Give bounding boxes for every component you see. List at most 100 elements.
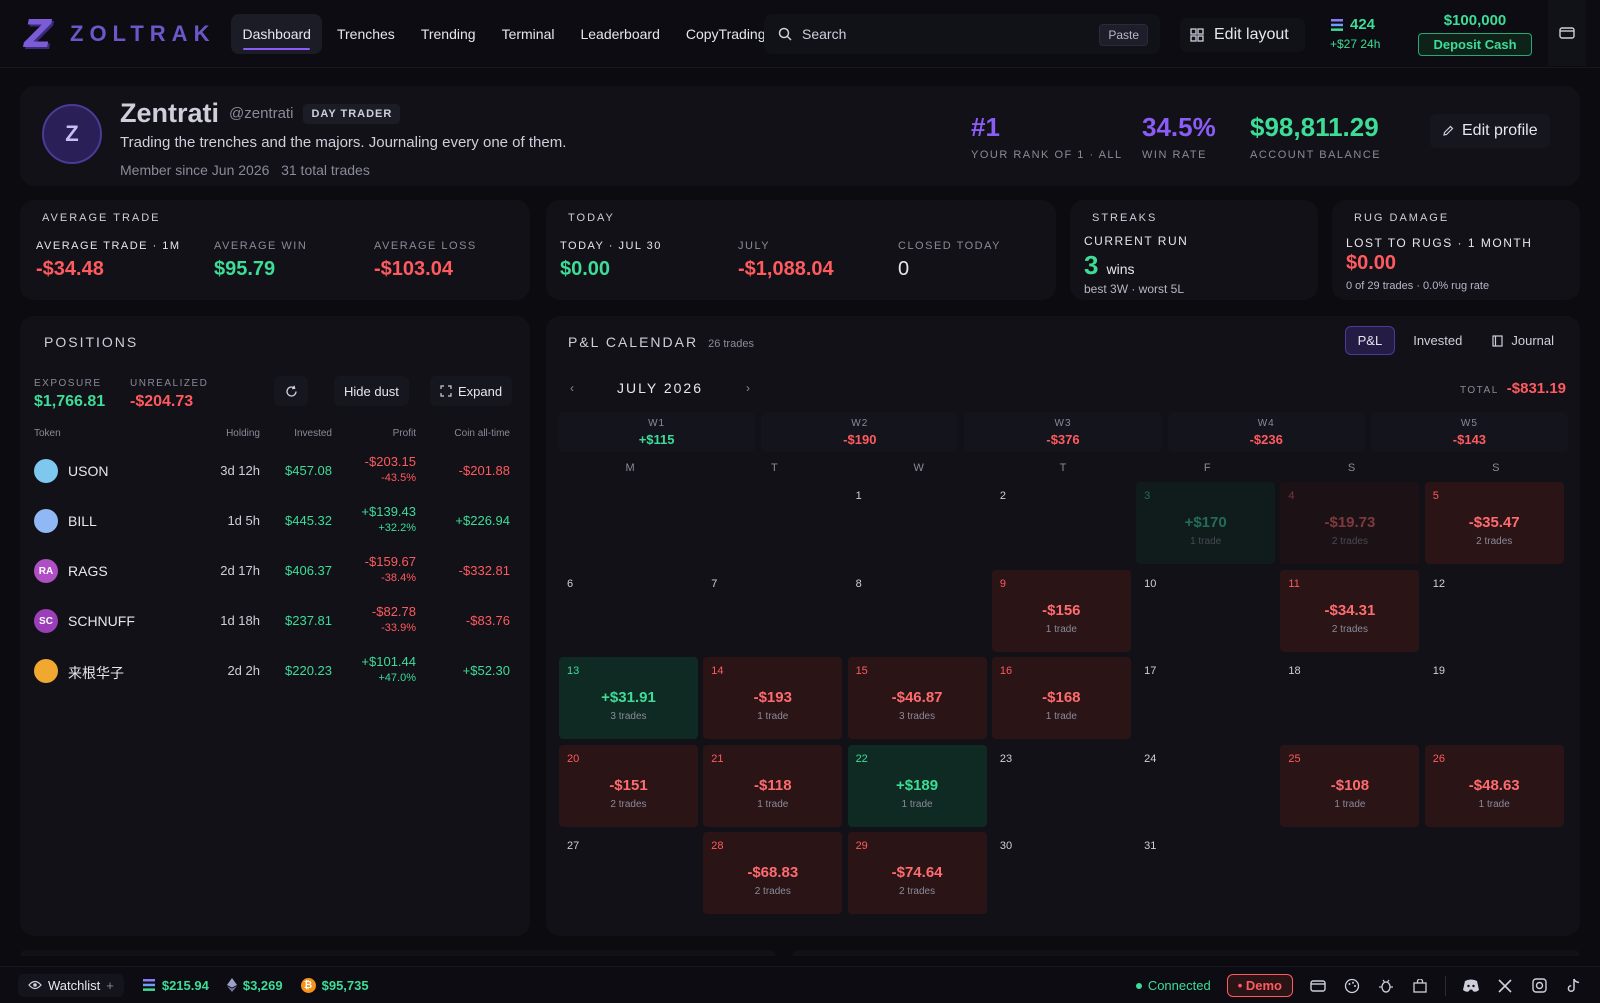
pnl-calendar-panel: P&L CALENDAR 26 trades P&L Invested Jour… — [546, 316, 1580, 936]
day-number: 7 — [711, 577, 718, 590]
alltime-profit: -$201.88 — [458, 463, 510, 478]
calendar-day[interactable]: 22 +$189 1 trade — [847, 744, 987, 827]
x-twitter-icon[interactable] — [1496, 977, 1514, 995]
week-label: W5 — [1460, 418, 1478, 429]
calendar-day[interactable]: 9 -$156 1 trade — [991, 569, 1131, 652]
refresh-button[interactable] — [274, 376, 308, 406]
deposit-cash-button[interactable]: Deposit Cash — [1418, 33, 1532, 56]
calendar-day[interactable]: 12 — [1425, 570, 1564, 652]
calendar-day[interactable]: 3 +$170 1 trade — [1136, 482, 1276, 564]
calendar-day[interactable]: 13 +$31.91 3 trades — [559, 657, 698, 739]
calendar-day[interactable]: 1 — [848, 482, 987, 564]
sol-balance[interactable]: 424 +$27 24h — [1330, 16, 1380, 51]
calendar-day[interactable]: 15 -$46.87 3 trades — [847, 657, 987, 739]
calendar-day[interactable]: 28 -$68.83 2 trades — [703, 832, 843, 914]
calendar-day[interactable]: 10 — [1136, 570, 1275, 652]
token-name: SCHNUFF — [68, 613, 135, 629]
week-summary: W1 +$115 W2 -$190 W3 -$376 W4 -$236 W5 -$143 — [558, 412, 1569, 452]
day-pnl: -$35.47 — [1468, 514, 1520, 531]
calendar-day[interactable]: 29 -$74.64 2 trades — [847, 832, 987, 914]
calendar-day[interactable]: 25 -$108 1 trade — [1280, 744, 1420, 827]
edit-layout-button[interactable]: Edit layout — [1180, 18, 1305, 52]
brand-logo[interactable]: Z ZOLTRAK — [24, 15, 215, 53]
day-trade-count: 2 trades — [1476, 536, 1513, 547]
tab-invested[interactable]: Invested — [1401, 326, 1474, 355]
eth-ticker[interactable]: $3,269 — [226, 978, 283, 993]
day-trade-count: 1 trade — [1334, 798, 1366, 810]
calendar-day[interactable]: 23 — [992, 745, 1131, 827]
calendar-day[interactable]: 31 — [1136, 832, 1275, 914]
week-summary-4[interactable]: W4 -$236 — [1167, 412, 1365, 452]
refresh-icon — [285, 385, 297, 397]
winrate-stat: 34.5% WIN RATE — [1142, 112, 1216, 161]
nav-link-leaderboard[interactable]: Leaderboard — [569, 14, 670, 54]
nav-link-dashboard[interactable]: Dashboard — [231, 13, 322, 54]
expand-button[interactable]: Expand — [430, 376, 513, 406]
next-month-icon[interactable]: › — [736, 381, 760, 395]
week-summary-1[interactable]: W1 +$115 — [558, 412, 756, 452]
calendar-day[interactable]: 8 — [848, 570, 987, 652]
calendar-day[interactable]: 16 -$168 1 trade — [991, 657, 1131, 739]
palette-icon[interactable] — [1343, 977, 1361, 995]
calendar-day[interactable]: 7 — [703, 570, 842, 652]
btc-price: $95,735 — [321, 977, 369, 993]
discord-icon[interactable] — [1462, 977, 1480, 995]
calendar-day[interactable]: 24 — [1136, 745, 1275, 827]
hide-dust-button[interactable]: Hide dust — [334, 376, 409, 406]
avatar[interactable]: Z — [42, 104, 102, 164]
pencil-icon — [1443, 125, 1454, 136]
calendar-day[interactable]: 11 -$34.31 2 trades — [1280, 569, 1420, 652]
calendar-day[interactable]: 4 -$19.73 2 trades — [1280, 482, 1420, 564]
position-row[interactable]: SC SCHNUFF 1d 18h $237.81 -$82.78 -33.9% -$83.… — [34, 596, 520, 646]
calendar-day[interactable]: 6 — [559, 570, 698, 652]
watchlist-button[interactable]: Watchlist + — [18, 973, 124, 997]
day-pnl: -$46.87 — [891, 689, 943, 706]
btc-ticker[interactable]: ₿ $95,735 — [300, 977, 369, 993]
week-summary-2[interactable]: W2 -$190 — [761, 412, 959, 452]
tab-journal[interactable]: Journal — [1480, 326, 1566, 355]
calendar-day[interactable]: 19 — [1425, 657, 1564, 739]
demo-mode-button[interactable]: • Demo — [1226, 974, 1293, 997]
position-row[interactable]: RA RAGS 2d 17h $406.37 -$159.67 -38.4% -$332.8… — [34, 546, 520, 596]
instagram-icon[interactable] — [1530, 977, 1548, 995]
exposure-label: EXPOSURE — [34, 378, 102, 389]
calendar-day[interactable]: 20 -$151 2 trades — [559, 744, 698, 827]
nav-link-terminal[interactable]: Terminal — [491, 14, 566, 54]
paste-button[interactable]: Paste — [1099, 24, 1148, 46]
prev-month-icon[interactable]: ‹ — [560, 381, 584, 395]
calendar-day[interactable]: 27 — [559, 832, 698, 914]
tiktok-icon[interactable] — [1564, 977, 1582, 995]
wallet-button[interactable] — [1548, 0, 1586, 66]
bug-icon[interactable] — [1377, 977, 1395, 995]
rug-damage-title: RUG DAMAGE — [1354, 212, 1450, 224]
search-bar[interactable]: Search Paste — [764, 14, 1160, 54]
calendar-day[interactable]: 2 — [992, 482, 1131, 564]
week-summary-5[interactable]: W5 -$143 — [1370, 412, 1569, 452]
wallet-icon[interactable] — [1309, 977, 1327, 995]
calendar-day[interactable]: 14 -$193 1 trade — [703, 657, 843, 739]
profit-percent: -33.9% — [381, 622, 416, 634]
week-summary-3[interactable]: W3 -$376 — [964, 412, 1162, 452]
profit-percent: +32.2% — [378, 522, 416, 534]
positions-table-header: Token Holding Invested Profit Coin all-t… — [34, 428, 520, 444]
cash-balance-value: $100,000 — [1443, 12, 1507, 29]
edit-profile-button[interactable]: Edit profile — [1430, 114, 1550, 148]
position-row[interactable]: BILL 1d 5h $445.32 +$139.43 +32.2% +$226.94 — [34, 496, 520, 546]
calendar-day[interactable]: 18 — [1280, 657, 1419, 739]
calendar-day[interactable]: 17 — [1136, 657, 1275, 739]
position-row[interactable]: 来根华子 2d 2h $220.23 +$101.44 +47.0% +$52.30 — [34, 646, 520, 696]
position-row[interactable]: USON 3d 12h $457.08 -$203.15 -43.5% -$201.88 — [34, 446, 520, 496]
calendar-day[interactable]: 30 — [992, 832, 1131, 914]
nav-link-trending[interactable]: Trending — [410, 14, 487, 54]
shopping-bag-icon[interactable] — [1411, 977, 1429, 995]
tab-pnl[interactable]: P&L — [1344, 326, 1396, 355]
calendar-day[interactable]: 21 -$118 1 trade — [703, 744, 843, 827]
sol-ticker[interactable]: $215.94 — [142, 978, 209, 993]
calendar-day[interactable]: 5 -$35.47 2 trades — [1424, 482, 1564, 564]
nav-link-copytrading[interactable]: CopyTrading — [675, 14, 777, 54]
nav-link-trenches[interactable]: Trenches — [326, 14, 406, 54]
calendar-day[interactable]: 26 -$48.63 1 trade — [1424, 744, 1564, 827]
search-input[interactable]: Search — [802, 26, 846, 42]
alltime-profit: +$226.94 — [455, 513, 510, 528]
day-trade-count: 2 trades — [754, 886, 791, 897]
